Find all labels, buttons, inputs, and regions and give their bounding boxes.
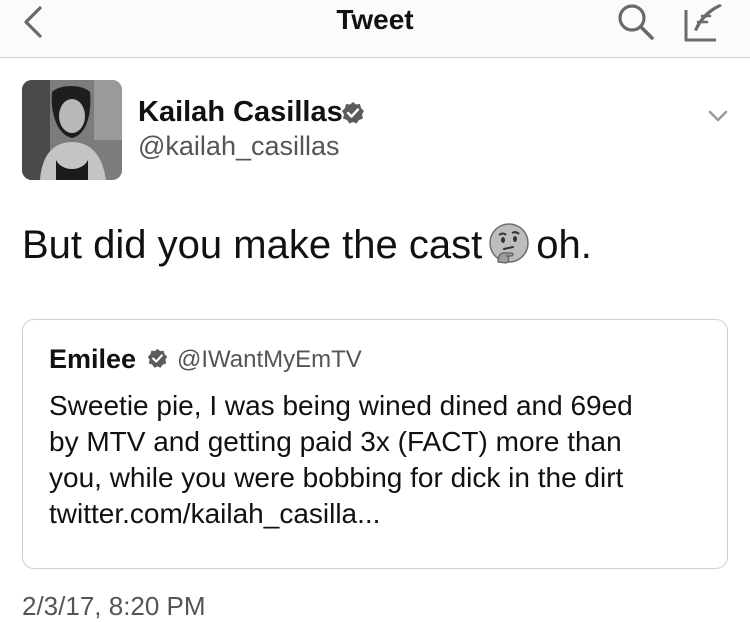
search-icon[interactable]	[614, 0, 658, 44]
thinking-face-icon	[489, 223, 530, 264]
author-handle[interactable]: @kailah_casillas	[138, 131, 340, 162]
avatar[interactable]	[22, 80, 122, 180]
avatar-photo	[22, 80, 122, 180]
tweet-text-before: But did you make the cast	[22, 223, 483, 267]
compose-tweet-icon[interactable]	[680, 0, 726, 44]
quoted-tweet-card[interactable]: Emilee @IWantMyEmTV Sweetie pie, I was b…	[22, 319, 728, 569]
quoted-author-name: Emilee	[49, 344, 137, 374]
quoted-author-handle: @IWantMyEmTV	[177, 346, 362, 373]
quoted-text-line: you, while you were bobbing for dick in …	[49, 462, 624, 493]
tweet-timestamp: 2/3/17, 8:20 PM	[22, 591, 206, 621]
quoted-text-line: Sweetie pie, I was being wined dined and…	[49, 390, 633, 421]
quoted-link[interactable]: twitter.com/kailah_casilla...	[49, 498, 380, 530]
back-arrow-icon[interactable]	[14, 2, 54, 42]
author-name[interactable]: Kailah Casillas	[138, 96, 343, 129]
tweet-detail-screen: Tweet Kailah Casillas @kailah_casillas B…	[0, 0, 750, 622]
nav-bar: Tweet	[0, 0, 750, 58]
verified-badge-icon	[342, 102, 364, 124]
quoted-text-line: by MTV and getting paid 3x (FACT) more t…	[49, 426, 622, 457]
tweet-text: But did you make the cast oh.	[22, 222, 592, 268]
verified-badge-icon	[147, 348, 168, 368]
tweet-text-after: oh.	[536, 223, 592, 267]
chevron-down-icon[interactable]	[702, 104, 734, 128]
